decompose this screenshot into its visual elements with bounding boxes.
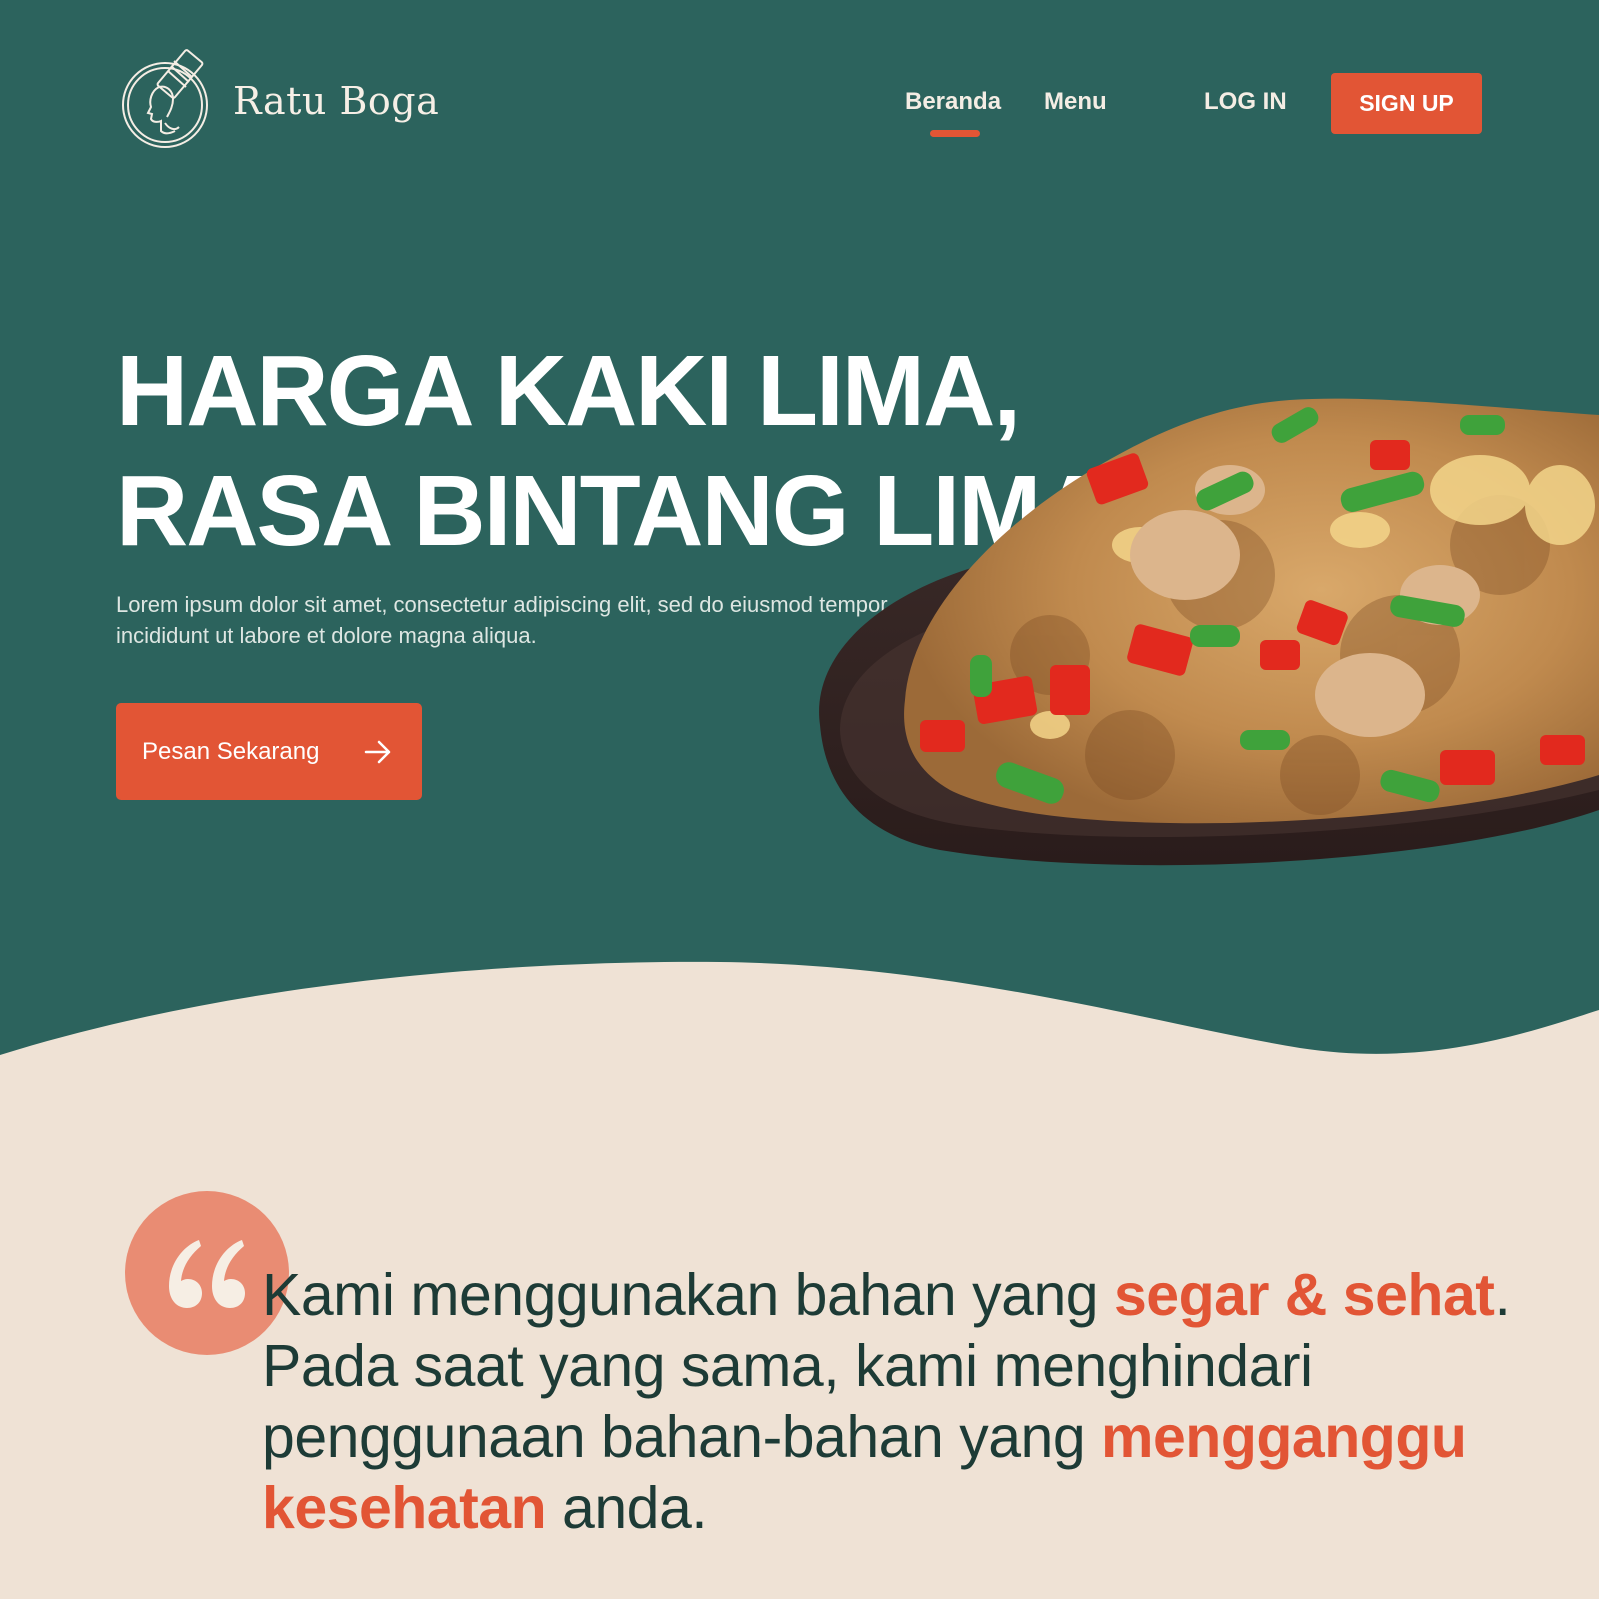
- quote-part-1: Kami menggunakan bahan yang: [262, 1262, 1114, 1328]
- quote-part-3: anda.: [546, 1475, 708, 1541]
- hero-wave-divider: [0, 961, 1599, 1140]
- signup-button[interactable]: SIGN UP: [1331, 73, 1482, 134]
- order-now-button[interactable]: Pesan Sekarang: [116, 703, 422, 800]
- arrow-right-icon: [364, 740, 391, 764]
- brand-logo[interactable]: Ratu Boga: [121, 47, 439, 151]
- brand-name: Ratu Boga: [233, 79, 440, 123]
- nav-item-beranda[interactable]: Beranda: [905, 88, 1001, 116]
- quote-highlight-1: segar & sehat: [1113, 1262, 1495, 1328]
- fried-rice-image: [819, 398, 1599, 866]
- woman-chef-icon: [122, 49, 208, 148]
- order-now-label: Pesan Sekarang: [142, 737, 320, 765]
- signup-label: SIGN UP: [1359, 90, 1454, 116]
- login-button[interactable]: LOG IN: [1204, 88, 1287, 116]
- quote-text: Kami menggunakan bahan yang segar & seha…: [262, 1260, 1562, 1544]
- nav-active-indicator: [930, 130, 980, 137]
- nav-item-menu[interactable]: Menu: [1044, 88, 1107, 116]
- quote-icon: [169, 1240, 245, 1308]
